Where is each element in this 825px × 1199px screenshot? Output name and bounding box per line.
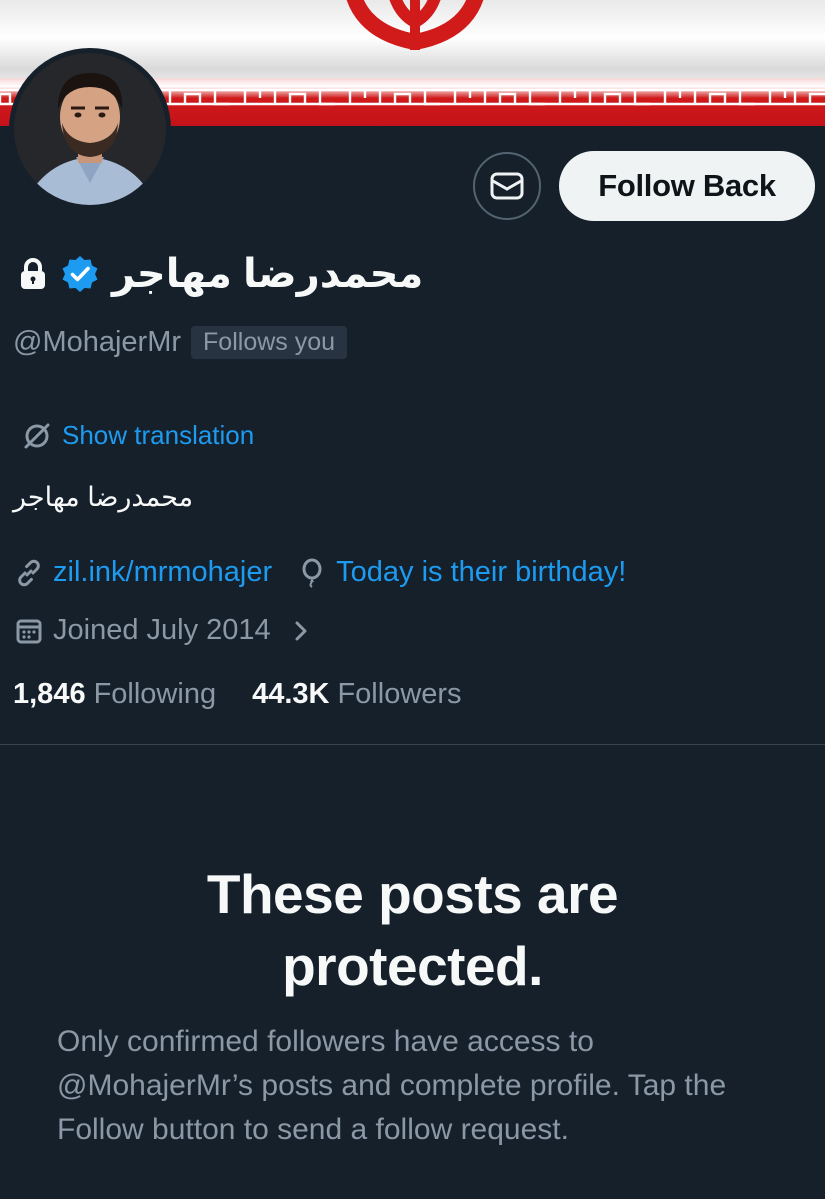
balloon-icon [302, 558, 322, 588]
chevron-right-icon [295, 621, 307, 640]
protected-title: These posts are protected. [206, 863, 619, 997]
show-translation-link[interactable]: Show translation [22, 420, 254, 451]
follow-back-button[interactable]: Follow Back [559, 151, 815, 221]
flag-emblem-icon [346, 0, 484, 51]
joined-date: Joined July 2014 [53, 614, 271, 646]
following-count: 1,846 [13, 678, 86, 710]
followers-link[interactable]: 44.3K Followers [252, 678, 461, 711]
user-handle: @MohajerMr [13, 326, 182, 358]
message-button[interactable] [473, 152, 541, 220]
show-translation-label[interactable]: Show translation [62, 420, 254, 451]
following-link[interactable]: 1,846 Following [13, 678, 216, 711]
following-label: Following [93, 678, 217, 710]
verified-badge-icon[interactable] [60, 254, 100, 294]
joined-row[interactable]: Joined July 2014 [15, 614, 311, 647]
profile-bio: محمدرضا مهاجر [13, 482, 194, 512]
avatar-photo [14, 53, 166, 205]
envelope-icon [490, 172, 524, 200]
birthday-text: Today is their birthday! [336, 556, 627, 588]
followers-count: 44.3K [252, 678, 330, 710]
website-link[interactable]: zil.ink/mrmohajer [53, 556, 272, 589]
follows-you-badge: Follows you [191, 326, 348, 359]
follow-stats: 1,846 Following 44.3K Followers [13, 678, 462, 711]
translate-icon [24, 423, 50, 448]
display-name: محمدرضا مهاجر [112, 252, 424, 296]
calendar-icon [16, 619, 42, 643]
divider [0, 744, 825, 745]
avatar[interactable] [9, 48, 171, 210]
link-icon [18, 559, 40, 586]
link-birthday-row: zil.ink/mrmohajer Today is their birthda… [15, 556, 626, 589]
profile-page: Follow Back محمدرضا مهاجر @MohajerMr Fol… [0, 0, 825, 1199]
name-row: محمدرضا مهاجر [18, 248, 423, 300]
handle-row: @MohajerMr Follows you [13, 326, 348, 359]
lock-icon [21, 258, 45, 289]
protected-body: Only confirmed followers have access to … [57, 1025, 727, 1146]
followers-label: Followers [337, 678, 462, 710]
